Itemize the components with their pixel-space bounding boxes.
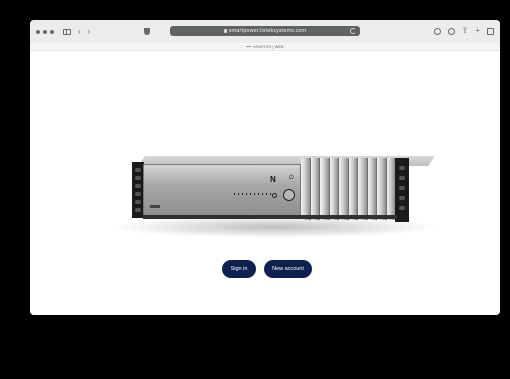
rack-hole: [399, 186, 405, 190]
rack-hole: [399, 166, 405, 170]
auth-actions: Sign in New account: [30, 260, 500, 278]
device-bottom: [143, 215, 397, 219]
lock-icon: [223, 29, 227, 33]
rack-hole: [399, 206, 405, 210]
address-bar[interactable]: smartpower.listeksystems.com: [170, 26, 360, 36]
zoom-window-dot[interactable]: [50, 29, 54, 34]
device-logo: [150, 205, 160, 208]
rack-hole: [135, 208, 141, 212]
reload-icon[interactable]: [350, 28, 356, 34]
brand-mark: N: [270, 175, 276, 184]
rack-hole: [399, 196, 405, 200]
new-tab-icon[interactable]: +: [475, 26, 480, 36]
power-knob: [283, 189, 295, 201]
tab-title: eSWITCH | WEB: [253, 44, 284, 49]
sign-in-button[interactable]: Sign in: [222, 260, 256, 278]
device-image: N ⏻: [110, 156, 440, 238]
rack-hole: [135, 184, 141, 188]
led-indicators: [234, 193, 271, 195]
sidebar-icon[interactable]: [63, 28, 71, 35]
rack-hole: [135, 176, 141, 180]
rack-hole: [399, 176, 405, 180]
rack-ear-right: [395, 158, 409, 222]
browser-toolbar: ‹ › smartpower.listeksystems.com ⇪ +: [30, 20, 500, 43]
tab-bar: eSWITCH | WEB: [30, 43, 500, 51]
browser-window: ‹ › smartpower.listeksystems.com ⇪ + eSW…: [30, 20, 500, 315]
share-icon[interactable]: ⇪: [462, 26, 469, 36]
back-icon[interactable]: ‹: [78, 27, 81, 36]
rack-hole: [135, 192, 141, 196]
cloud-icon[interactable]: [447, 27, 455, 35]
page-content: N ⏻ Sign in New account: [30, 51, 500, 315]
device-front-panel: N ⏻: [143, 164, 301, 216]
favicon-icon: [246, 46, 252, 47]
shield-icon[interactable]: [144, 28, 151, 35]
new-account-button[interactable]: New account: [264, 260, 312, 278]
device-heatsink: [301, 158, 396, 220]
traffic-lights[interactable]: [36, 29, 54, 34]
power-icon: ⏻: [289, 175, 294, 181]
small-knob: [272, 193, 277, 198]
toolbar-right: ⇪ +: [433, 26, 494, 36]
tab-overview-icon[interactable]: [487, 27, 494, 35]
download-icon[interactable]: [433, 27, 441, 35]
forward-icon[interactable]: ›: [88, 27, 91, 36]
url-text: smartpower.listeksystems.com: [228, 28, 307, 34]
close-window-dot[interactable]: [36, 29, 40, 34]
rack-hole: [135, 200, 141, 204]
minimize-window-dot[interactable]: [43, 29, 47, 34]
active-tab[interactable]: eSWITCH | WEB: [246, 44, 284, 49]
rack-hole: [135, 168, 141, 172]
